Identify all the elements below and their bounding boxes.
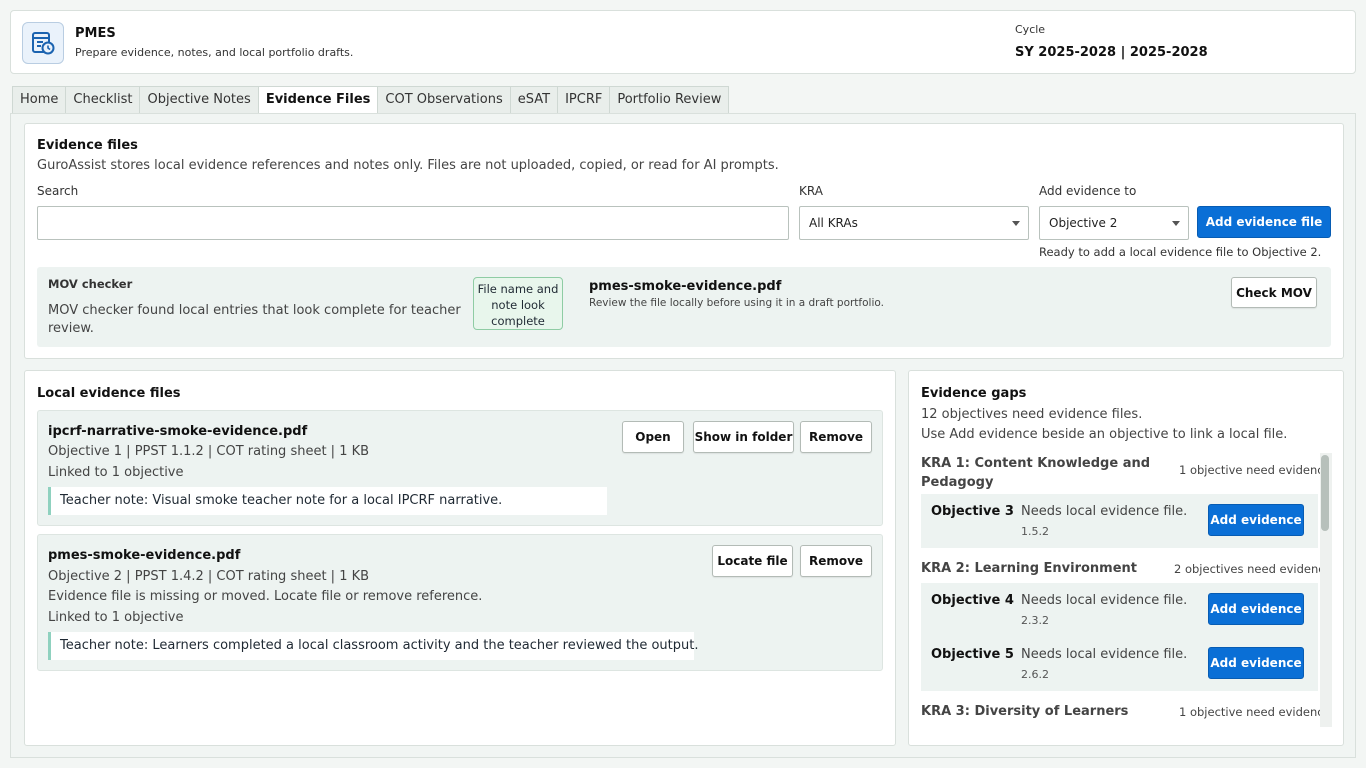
evidence-gaps-hint: Use Add evidence beside an objective to … <box>921 427 1288 442</box>
tab-esat[interactable]: eSAT <box>509 86 558 114</box>
kra-group-count: 1 objective need evidence <box>1179 705 1331 719</box>
gap-status: Needs local evidence file. <box>1021 647 1188 662</box>
file-warning: Evidence file is missing or moved. Locat… <box>48 589 483 604</box>
local-evidence-files-panel: Local evidence files ipcrf-narrative-smo… <box>24 370 896 746</box>
table-row: Objective 3 Needs local evidence file. 1… <box>921 494 1318 548</box>
locate-file-button[interactable]: Locate file <box>712 545 793 577</box>
search-label: Search <box>37 184 79 198</box>
tab-evidence-files[interactable]: Evidence Files <box>257 86 378 114</box>
file-meta: Objective 2 | PPST 1.4.2 | COT rating sh… <box>48 569 370 584</box>
tab-checklist[interactable]: Checklist <box>65 86 140 114</box>
tab-objective-notes[interactable]: Objective Notes <box>139 86 258 114</box>
cycle-label: Cycle <box>1015 23 1046 36</box>
add-evidence-to-value: Objective 2 <box>1049 216 1118 230</box>
list-item: pmes-smoke-evidence.pdf Objective 2 | PP… <box>37 534 883 671</box>
gap-code: 1.5.2 <box>1021 525 1049 538</box>
table-row: Objective 4 Needs local evidence file. 2… <box>921 583 1318 637</box>
file-linked: Linked to 1 objective <box>48 610 184 625</box>
evidence-gaps-title: Evidence gaps <box>921 386 1027 401</box>
add-evidence-to-select[interactable]: Objective 2 <box>1039 206 1189 240</box>
cycle-value: SY 2025-2028 | 2025-2028 <box>1015 45 1208 60</box>
add-evidence-button[interactable]: Add evidence <box>1208 504 1304 536</box>
file-meta: Objective 1 | PPST 1.1.2 | COT rating sh… <box>48 444 370 459</box>
tab-ipcrf[interactable]: IPCRF <box>557 86 610 114</box>
chevron-down-icon <box>1172 221 1180 226</box>
kra-group-title: KRA 2: Learning Environment <box>921 561 1138 576</box>
file-name: pmes-smoke-evidence.pdf <box>48 548 241 563</box>
gap-objective: Objective 4 <box>931 593 1014 608</box>
tab-portfolio-review[interactable]: Portfolio Review <box>609 86 730 114</box>
kra-group-title: KRA 3: Diversity of Learners <box>921 704 1129 719</box>
mov-file-name: pmes-smoke-evidence.pdf <box>589 279 782 294</box>
ready-status: Ready to add a local evidence file to Ob… <box>1039 245 1322 259</box>
tab-home[interactable]: Home <box>12 86 66 114</box>
table-row: Objective 5 Needs local evidence file. 2… <box>921 637 1318 691</box>
status-badge: File name and note look complete <box>473 277 563 330</box>
search-input[interactable] <box>37 206 789 240</box>
evidence-gaps-panel: Evidence gaps 12 objectives need evidenc… <box>908 370 1344 746</box>
mov-checker-message: MOV checker found local entries that loo… <box>48 303 461 336</box>
app-title: PMES <box>75 26 116 41</box>
add-evidence-file-button[interactable]: Add evidence file <box>1197 206 1331 238</box>
app-header: PMES Prepare evidence, notes, and local … <box>10 10 1356 74</box>
gap-status: Needs local evidence file. <box>1021 504 1188 519</box>
scrollbar-thumb[interactable] <box>1321 455 1329 531</box>
tab-content: Evidence files GuroAssist stores local e… <box>10 113 1356 758</box>
gap-objective: Objective 3 <box>931 504 1014 519</box>
gap-code: 2.6.2 <box>1021 668 1049 681</box>
evidence-gaps-summary: 12 objectives need evidence files. <box>921 407 1143 422</box>
mov-checker: MOV checker MOV checker found local entr… <box>37 267 1331 347</box>
kra-select-value: All KRAs <box>809 216 858 230</box>
open-button[interactable]: Open <box>622 421 684 453</box>
mov-checker-title: MOV checker <box>48 277 133 291</box>
app-subtitle: Prepare evidence, notes, and local portf… <box>75 46 354 59</box>
show-in-folder-button[interactable]: Show in folder <box>693 421 794 453</box>
chevron-down-icon <box>1012 221 1020 226</box>
add-evidence-to-label: Add evidence to <box>1039 184 1137 198</box>
tab-bar: Home Checklist Objective Notes Evidence … <box>12 86 730 114</box>
teacher-note: Teacher note: Learners completed a local… <box>48 632 699 660</box>
evidence-files-description: GuroAssist stores local evidence referen… <box>37 158 779 173</box>
add-evidence-button[interactable]: Add evidence <box>1208 593 1304 625</box>
evidence-files-panel: Evidence files GuroAssist stores local e… <box>24 123 1344 359</box>
add-evidence-button[interactable]: Add evidence <box>1208 647 1304 679</box>
file-name: ipcrf-narrative-smoke-evidence.pdf <box>48 424 308 439</box>
portfolio-clock-icon <box>32 32 55 55</box>
kra-label: KRA <box>799 184 823 198</box>
file-linked: Linked to 1 objective <box>48 465 184 480</box>
remove-button[interactable]: Remove <box>800 545 872 577</box>
remove-button[interactable]: Remove <box>800 421 872 453</box>
kra-select[interactable]: All KRAs <box>799 206 1029 240</box>
kra-group-count: 1 objective need evidence <box>1179 463 1331 477</box>
gap-code: 2.3.2 <box>1021 614 1049 627</box>
kra-group-title: KRA 1: Content Knowledge and Pedagogy <box>921 456 1151 490</box>
teacher-note: Teacher note: Visual smoke teacher note … <box>48 487 607 515</box>
mov-file-hint: Review the file locally before using it … <box>589 297 884 309</box>
app-logo <box>22 22 64 64</box>
check-mov-button[interactable]: Check MOV <box>1231 277 1317 308</box>
kra-group-count: 2 objectives need evidence <box>1174 562 1332 576</box>
gap-status: Needs local evidence file. <box>1021 593 1188 608</box>
evidence-files-title: Evidence files <box>37 138 138 153</box>
scrollbar[interactable] <box>1320 453 1332 727</box>
local-evidence-files-title: Local evidence files <box>37 386 181 401</box>
gap-objective: Objective 5 <box>931 647 1014 662</box>
tab-cot-observations[interactable]: COT Observations <box>377 86 510 114</box>
list-item: ipcrf-narrative-smoke-evidence.pdf Objec… <box>37 410 883 526</box>
